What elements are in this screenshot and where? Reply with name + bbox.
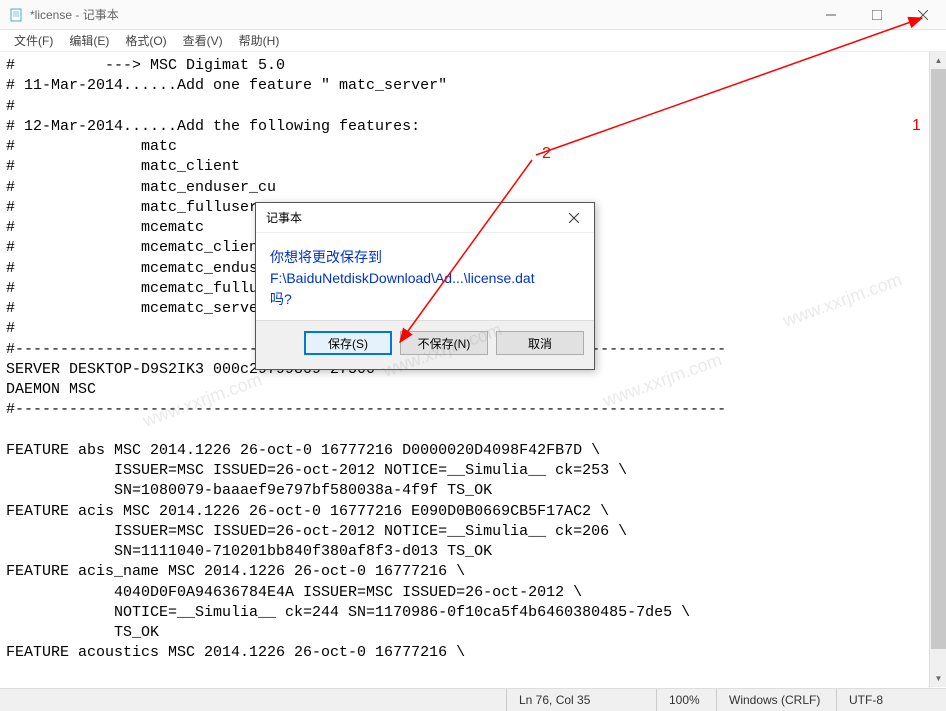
status-zoom: 100% (656, 689, 716, 711)
dialog-message: 你想将更改保存到 F:\BaiduNetdiskDownload\Ad...\l… (256, 233, 594, 320)
save-button[interactable]: 保存(S) (304, 331, 392, 355)
close-button[interactable] (900, 0, 946, 30)
menu-help[interactable]: 帮助(H) (231, 30, 288, 51)
dialog-line3: 吗? (270, 289, 580, 310)
dialog-line2: F:\BaiduNetdiskDownload\Ad...\license.da… (270, 268, 580, 289)
window-title: *license - 记事本 (30, 6, 119, 23)
dialog-titlebar[interactable]: 记事本 (256, 203, 594, 233)
dialog-buttons: 保存(S) 不保存(N) 取消 (256, 320, 594, 369)
dialog-line1: 你想将更改保存到 (270, 247, 580, 268)
dialog-title: 记事本 (266, 209, 302, 226)
cancel-button[interactable]: 取消 (496, 331, 584, 355)
nosave-button[interactable]: 不保存(N) (400, 331, 488, 355)
status-position: Ln 76, Col 35 (506, 689, 656, 711)
statusbar: Ln 76, Col 35 100% Windows (CRLF) UTF-8 (0, 688, 946, 711)
vertical-scrollbar[interactable]: ▲ ▼ (929, 52, 946, 687)
menu-view[interactable]: 查看(V) (175, 30, 231, 51)
maximize-button[interactable] (854, 0, 900, 30)
menu-format[interactable]: 格式(O) (117, 30, 174, 51)
menu-file[interactable]: 文件(F) (6, 30, 61, 51)
dialog-close-button[interactable] (554, 203, 594, 233)
titlebar: *license - 记事本 (0, 0, 946, 30)
save-dialog: 记事本 你想将更改保存到 F:\BaiduNetdiskDownload\Ad.… (255, 202, 595, 370)
notepad-icon (8, 7, 24, 23)
scroll-down-arrow[interactable]: ▼ (930, 670, 946, 687)
window-controls (808, 0, 946, 30)
status-lineending: Windows (CRLF) (716, 689, 836, 711)
menu-edit[interactable]: 编辑(E) (61, 30, 117, 51)
status-encoding: UTF-8 (836, 689, 946, 711)
scrollbar-thumb[interactable] (931, 69, 946, 649)
scroll-up-arrow[interactable]: ▲ (930, 52, 946, 69)
menubar: 文件(F) 编辑(E) 格式(O) 查看(V) 帮助(H) (0, 30, 946, 52)
minimize-button[interactable] (808, 0, 854, 30)
